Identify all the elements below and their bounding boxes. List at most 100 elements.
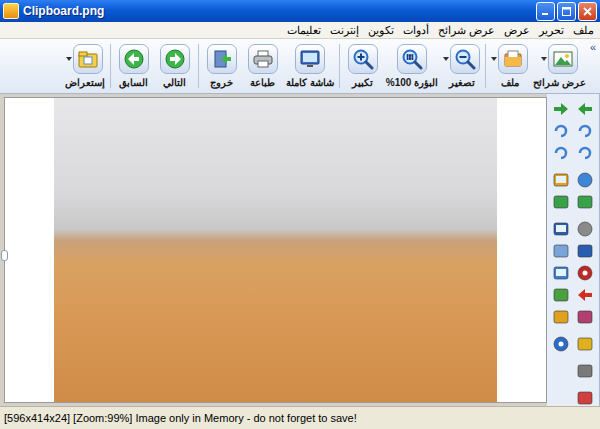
toolbar-icon-frame <box>548 44 578 74</box>
toolbar-button[interactable]: البؤرة 100% <box>384 42 440 91</box>
side-tool-button[interactable] <box>575 361 595 380</box>
zoom-in-icon <box>352 48 374 70</box>
toolbar-button-icon-row <box>491 44 528 74</box>
toolbar-group: تصغير البؤرة 100%تكبير <box>343 42 482 91</box>
pic-icon <box>552 171 570 189</box>
toolbar-button[interactable]: السابق <box>114 42 154 91</box>
side-tool-button[interactable] <box>551 241 571 260</box>
side-tool-button[interactable] <box>575 263 595 282</box>
toolbar-button[interactable]: خروج <box>202 42 242 91</box>
side-tool-button[interactable] <box>551 170 571 189</box>
close-button[interactable] <box>578 2 597 21</box>
toolbar-overflow[interactable]: » <box>590 41 596 53</box>
side-tool-button[interactable] <box>551 143 571 162</box>
side-tool-button[interactable] <box>575 219 595 238</box>
toolbar-button[interactable]: إستعراض <box>63 42 107 91</box>
toolbar-button[interactable]: شاشة كاملة <box>284 42 336 91</box>
app-window: Clipboard.png ملف تحرير عرض عرض شرائح أدوات تك… <box>0 0 600 429</box>
panel-handle[interactable] <box>1 250 8 261</box>
toolbar-button-icon-row <box>443 44 480 74</box>
side-tool-group <box>551 219 595 326</box>
menu-item[interactable]: عرض شرائح <box>438 24 495 37</box>
toolbar-button-icon-row <box>160 44 190 74</box>
side-tool-button[interactable] <box>551 192 571 211</box>
image-canvas <box>4 97 547 403</box>
redo-icon <box>552 144 570 162</box>
side-tool-button[interactable] <box>551 307 571 326</box>
side-tool-button[interactable] <box>551 121 571 140</box>
toolbar-button-label: عرض شرائح <box>533 77 586 89</box>
side-tool-button[interactable] <box>575 307 595 326</box>
arrow-r-icon <box>552 100 570 118</box>
minimize-icon <box>541 7 550 16</box>
menu-item[interactable]: أدوات <box>403 24 429 37</box>
side-tool-button[interactable] <box>575 285 595 304</box>
toolbar-button-icon-row <box>248 44 278 74</box>
side-tool-button[interactable] <box>575 143 595 162</box>
dropdown-arrow-icon[interactable] <box>443 57 449 61</box>
side-tool-button[interactable] <box>551 334 571 353</box>
toolbar-button[interactable]: طباعة <box>243 42 283 91</box>
toolbar-button-label: تصغير <box>449 77 475 89</box>
side-tool-button[interactable] <box>575 192 595 211</box>
info-icon <box>552 335 570 353</box>
toolbar-icon-frame <box>119 44 149 74</box>
status-bar: [596x414x24] [Zoom:99%] Image only in Me… <box>0 406 600 429</box>
side-tool-button[interactable] <box>575 170 595 189</box>
dropdown-arrow-icon[interactable] <box>541 57 547 61</box>
maximize-button[interactable] <box>557 2 576 21</box>
canvas-area <box>0 94 547 406</box>
toolbar-button-label: البؤرة 100% <box>386 77 438 89</box>
toolbar-button[interactable]: تصغير <box>441 42 482 91</box>
rot-r-icon <box>552 122 570 140</box>
menu-item[interactable]: تكوين <box>368 24 394 37</box>
side-tool-button[interactable] <box>551 285 571 304</box>
side-tool-button[interactable] <box>575 99 595 118</box>
zoom-out-icon <box>454 48 476 70</box>
dropdown-arrow-icon[interactable] <box>66 57 72 61</box>
minimize-button[interactable] <box>536 2 555 21</box>
menu-item[interactable]: تعليمات <box>287 24 321 37</box>
toolbar-icon-frame <box>397 44 427 74</box>
side-tool-button[interactable] <box>551 263 571 282</box>
toolbar-separator <box>339 44 340 88</box>
slideshow-icon <box>552 48 574 70</box>
toolbar-icon-frame <box>73 44 103 74</box>
toolbar-icon-frame <box>160 44 190 74</box>
toolbar-group: عرض شرائحملف <box>489 42 588 91</box>
toolbar-button-label: خروج <box>210 77 233 89</box>
side-tool-button[interactable] <box>551 99 571 118</box>
toolbar-icon-frame <box>248 44 278 74</box>
menu-item[interactable]: تحرير <box>539 24 564 37</box>
toolbar-separator <box>110 44 111 88</box>
toolbar-button[interactable]: عرض شرائح <box>531 42 588 91</box>
close-icon <box>583 7 592 16</box>
side-tool-button[interactable] <box>575 241 595 260</box>
toolbar-button[interactable]: ملف <box>489 42 530 91</box>
toolbar-button-icon-row <box>207 44 237 74</box>
menu-item[interactable]: ملف <box>573 24 594 37</box>
resize-icon <box>576 193 594 211</box>
screen-icon <box>552 220 570 238</box>
menu-item[interactable]: إنترنت <box>330 24 359 37</box>
toolbar-separator <box>198 44 199 88</box>
toolbar-button[interactable]: تكبير <box>343 42 383 91</box>
toolbar-group: التاليالسابق <box>114 42 195 91</box>
maximize-icon <box>562 7 571 16</box>
side-tool-button[interactable] <box>575 388 595 407</box>
side-tool-button[interactable] <box>575 334 595 353</box>
side-tool-group <box>551 388 595 407</box>
menu-item[interactable]: عرض <box>504 24 530 37</box>
bubble-icon <box>552 242 570 260</box>
rot-l-icon <box>576 122 594 140</box>
browse-folder-icon <box>77 48 99 70</box>
photo <box>54 98 497 402</box>
dropdown-arrow-icon[interactable] <box>491 57 497 61</box>
toolbar-button-icon-row <box>295 44 325 74</box>
side-tool-button[interactable] <box>551 219 571 238</box>
file-icon <box>502 48 524 70</box>
window-title: Clipboard.png <box>23 4 532 18</box>
side-tool-button[interactable] <box>575 121 595 140</box>
toolbar-button[interactable]: التالي <box>155 42 195 91</box>
eye-icon <box>576 264 594 282</box>
